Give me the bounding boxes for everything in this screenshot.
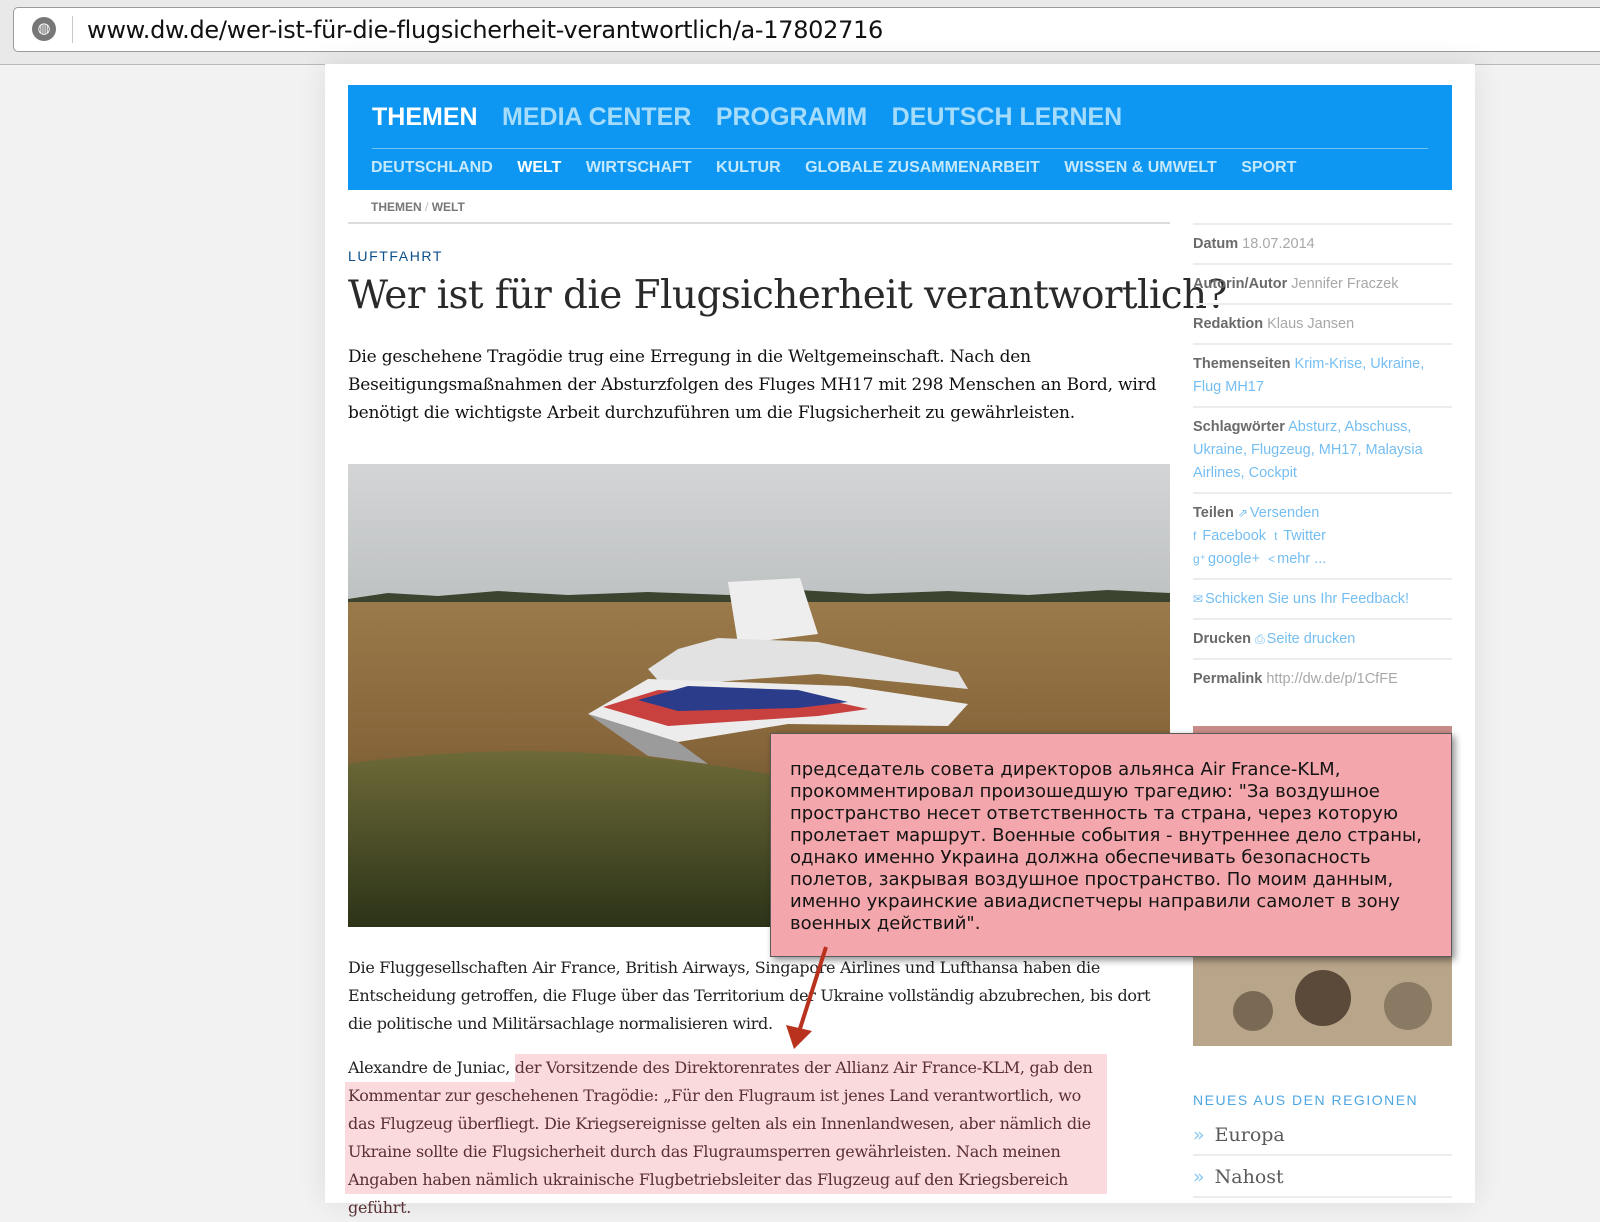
feedback-link[interactable]: Schicken Sie uns Ihr Feedback! [1205,591,1409,607]
nav-wissen-umwelt[interactable]: WISSEN & UMWELT [1064,159,1217,177]
nav-welt[interactable]: WELT [517,159,561,177]
article-sidebar: Datum 18.07.2014 Autorin/Autor Jennifer … [1193,223,1452,698]
article-headline: Wer ist für die Flugsicherheit verantwor… [348,273,1227,318]
chevron-right-icon: » [1193,1124,1205,1146]
breadcrumb-separator: / [425,200,429,214]
nav-programm[interactable]: PROGRAMM [716,103,867,132]
nav-wirtschaft[interactable]: WIRTSCHAFT [586,159,692,177]
article-paragraph-2: Alexandre de Juniac, der Vorsitzende des… [348,1054,1108,1222]
content-divider [348,222,1170,224]
share-facebook[interactable]: Facebook [1202,528,1266,544]
nav-deutsch-lernen[interactable]: DEUTSCH LERNEN [892,103,1123,132]
link-krim-krise[interactable]: Krim-Krise [1295,356,1363,372]
meta-feedback: ✉ Schicken Sie uns Ihr Feedback! [1193,578,1452,618]
nav-secondary: DEUTSCHLAND WELT WIRTSCHAFT KULTUR GLOBA… [371,159,1316,177]
link-ukraine[interactable]: Ukraine [1370,356,1420,372]
nav-kultur[interactable]: KULTUR [716,159,781,177]
meta-datum: Datum 18.07.2014 [1193,223,1452,263]
meta-autor: Autorin/Autor Jennifer Fraczek [1193,263,1452,303]
link-flug-mh17[interactable]: Flug MH17 [1193,379,1264,395]
breadcrumb-welt[interactable]: WELT [432,200,465,214]
address-bar[interactable]: ◍ www.dw.de/wer-ist-für-die-flugsicherhe… [13,7,1600,52]
print-icon: ⎙ [1255,632,1265,646]
tag-mh17[interactable]: MH17 [1319,442,1358,458]
chevron-right-icon: » [1193,1166,1205,1188]
globe-icon: ◍ [32,17,56,41]
permalink-value[interactable]: http://dw.de/p/1CfFE [1266,671,1397,687]
tag-abschuss[interactable]: Abschuss [1345,419,1408,435]
share-google[interactable]: google+ [1208,551,1260,567]
share-twitter[interactable]: Twitter [1283,528,1326,544]
meta-teilen-label: Teilen [1193,505,1234,521]
quote-highlighted-text: der Vorsitzende des Direktorenrates der … [348,1058,1093,1217]
tag-flugzeug[interactable]: Flugzeug [1251,442,1311,458]
nav-globale-zusammenarbeit[interactable]: GLOBALE ZUSAMMENARBEIT [805,159,1040,177]
share-versenden[interactable]: Versenden [1250,505,1319,521]
meta-teilen: Teilen ⇗ Versenden f Facebook t Twitter g… [1193,492,1452,578]
meta-themenseiten: Themenseiten Krim-Krise, Ukraine, Flug M… [1193,343,1452,406]
article-paragraph-1: Die Fluggesellschaften Air France, Briti… [348,958,1151,1033]
url-text[interactable]: www.dw.de/wer-ist-für-die-flugsicherheit… [87,16,883,44]
meta-redaktion-value: Klaus Jansen [1267,316,1355,332]
meta-redaktion: Redaktion Klaus Jansen [1193,303,1452,343]
tag-ukraine[interactable]: Ukraine [1193,442,1243,458]
nav-sport[interactable]: SPORT [1241,159,1296,177]
print-link[interactable]: Seite drucken [1267,631,1356,647]
region-link-nahost[interactable]: » Nahost [1193,1166,1452,1198]
meta-drucken-label: Drucken [1193,631,1252,647]
google-plus-icon: g⁺ [1193,552,1207,566]
region-link-europa[interactable]: » Europa [1193,1124,1452,1156]
nav-themen[interactable]: THEMEN [372,103,478,132]
meta-drucken: Drucken ⎙ Seite drucken [1193,618,1452,658]
meta-datum-value: 18.07.2014 [1242,236,1315,252]
region-europa-label: Europa [1214,1124,1285,1146]
tag-absturz[interactable]: Absturz [1288,419,1337,435]
annotation-arrow [786,946,828,1049]
address-divider [72,16,73,43]
meta-permalink-label: Permalink [1193,671,1263,687]
regions-heading: NEUES AUS DEN REGIONEN [1193,1092,1419,1108]
browser-toolbar: ◍ www.dw.de/wer-ist-für-die-flugsicherhe… [0,0,1600,65]
page: THEMEN MEDIA CENTER PROGRAMM DEUTSCH LER… [325,64,1475,1217]
translation-callout: председатель совета директоров альянса A… [770,733,1452,957]
nav-primary: THEMEN MEDIA CENTER PROGRAMM DEUTSCH LER… [372,103,1142,132]
meta-schlagwoerter-label: Schlagwörter [1193,419,1285,435]
quote-speaker: Alexandre de Juniac, [348,1058,515,1077]
meta-themenseiten-label: Themenseiten [1193,356,1291,372]
meta-redaktion-label: Redaktion [1193,316,1264,332]
breadcrumb: THEMEN / WELT [371,200,465,214]
facebook-icon: f [1193,529,1197,543]
meta-schlagwoerter: Schlagwörter Absturz, Abschuss, Ukraine,… [1193,406,1452,492]
meta-permalink: Permalink http://dw.de/p/1CfFE [1193,658,1452,698]
share-mehr[interactable]: mehr ... [1277,551,1326,567]
main-navigation: THEMEN MEDIA CENTER PROGRAMM DEUTSCH LER… [348,85,1452,190]
meta-datum-label: Datum [1193,236,1239,252]
mail-icon: ✉ [1193,592,1204,606]
nav-media-center[interactable]: MEDIA CENTER [502,103,691,132]
breadcrumb-themen[interactable]: THEMEN [371,200,422,214]
share-icon: < [1268,552,1276,566]
tag-cockpit[interactable]: Cockpit [1249,465,1297,481]
meta-autor-label: Autorin/Autor [1193,276,1288,292]
external-link-icon: ⇗ [1237,506,1248,520]
nav-divider [372,148,1428,149]
twitter-icon: t [1274,529,1278,543]
meta-autor-value: Jennifer Fraczek [1291,276,1399,292]
article-lead: Die geschehene Tragödie trug eine Erregu… [348,347,1157,423]
nav-deutschland[interactable]: DEUTSCHLAND [371,159,493,177]
region-nahost-label: Nahost [1214,1166,1284,1188]
callout-text: председатель совета директоров альянса A… [790,759,1422,934]
article-kicker: LUFTFAHRT [348,248,444,264]
